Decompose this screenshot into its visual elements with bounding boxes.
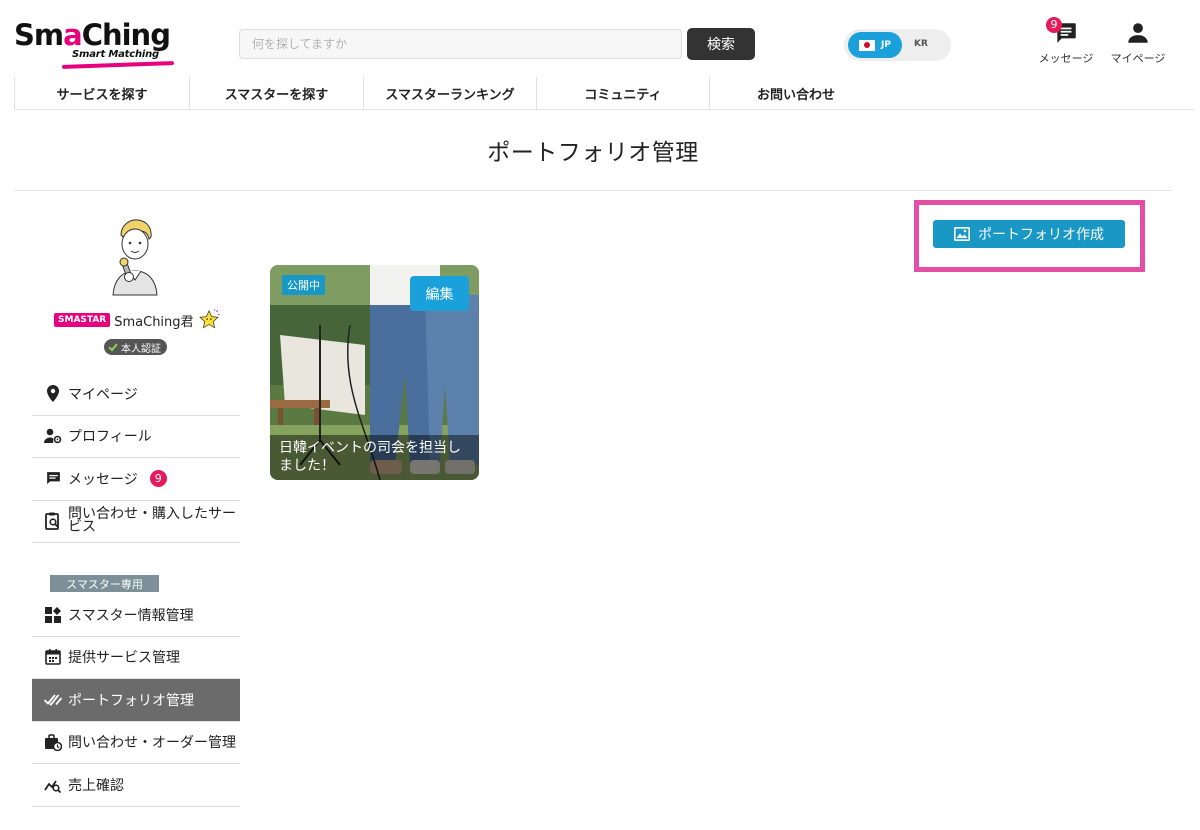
page-title: ポートフォリオ管理 [487,140,699,166]
sidebar-item-messages[interactable]: メッセージ 9 [32,458,240,501]
language-jp-label: JP [881,40,891,50]
sidebar-smaster-menu: スマスター情報管理 提供サービス管理 ポートフォリオ管理 問い合わせ・オーダー管… [32,594,240,807]
double-check-icon [44,691,62,709]
portfolio-caption: 日韓イベントの司会を担当しました！ [270,435,479,480]
header-messages-label: メッセージ [1038,52,1094,65]
nav-item-contact[interactable]: お問い合わせ [709,77,882,109]
sidebar-item-label: スマスター情報管理 [68,607,194,624]
sidebar-item-sales[interactable]: 売上確認 [32,764,240,807]
logo-text-accent: a [63,18,83,52]
portfolio-edit-button[interactable]: 編集 [410,276,469,311]
message-count-badge: 9 [149,470,167,488]
identity-verified-label: 本人認証 [121,343,161,355]
sidebar-item-label: 問い合わせ・オーダー管理 [68,735,236,752]
smaster-only-section-label: スマスター専用 [50,575,159,592]
header-mypage-label: マイページ [1110,52,1166,65]
nav-item-find-services[interactable]: サービスを探す [14,77,189,109]
search-button[interactable]: 検索 [687,28,755,60]
sidebar-item-label: マイページ [68,386,138,403]
nav-item-community[interactable]: コミュニティ [536,77,709,109]
sidebar-item-smaster-info[interactable]: スマスター情報管理 [32,594,240,637]
person-icon [1128,23,1148,43]
sidebar-item-label: ポートフォリオ管理 [68,692,194,709]
smastar-badge: SMASTAR [54,313,111,327]
japan-flag-icon [859,39,876,51]
nav-item-ranking[interactable]: スマスターランキング [363,77,536,109]
portfolio-card[interactable]: 公開中 編集 日韓イベントの司会を担当しました！ [270,265,479,480]
language-option-kr[interactable]: KR [914,39,928,49]
logo-text-part: Ching [81,18,171,52]
sidebar-item-orders-management[interactable]: 問い合わせ・オーダー管理 [32,722,240,764]
user-settings-icon [44,427,62,445]
location-pin-icon [44,385,62,403]
clipboard-search-icon [44,512,62,531]
check-icon [108,343,118,352]
briefcase-clock-icon [44,733,62,751]
language-option-jp[interactable]: JP [848,32,902,58]
main-navbar: サービスを探す スマスターを探す スマスターランキング コミュニティ お問い合わ… [14,72,1194,110]
logo-wordmark: SmaChing [14,18,171,52]
create-portfolio-button[interactable]: ポートフォリオ作成 [933,220,1125,248]
search-input[interactable] [239,29,682,59]
profile-name: SmaChing君 [114,314,194,330]
identity-verified-badge: 本人認証 [104,339,167,355]
sidebar-item-label: 売上確認 [68,777,124,794]
header-message-count-badge: 9 [1046,17,1062,33]
user-avatar [112,219,158,296]
chart-search-icon [44,776,62,794]
sidebar-item-label: メッセージ [68,471,138,488]
header-messages-link[interactable]: 9 メッセージ [1036,17,1096,66]
sidebar-item-label: プロフィール [68,429,152,446]
star-mascot-icon [198,309,220,329]
sidebar-item-portfolio-management[interactable]: ポートフォリオ管理 [32,679,240,722]
calendar-icon [44,648,62,666]
logo-subtitle: Smart Matching [72,49,159,60]
sidebar-item-label: 問い合わせ・購入したサービス [68,506,236,536]
sidebar-item-inquiries-purchases[interactable]: 問い合わせ・購入したサービス [32,501,240,543]
sidebar-item-mypage[interactable]: マイページ [32,373,240,416]
sidebar-item-services-management[interactable]: 提供サービス管理 [32,637,240,679]
profile-name-row: SMASTAR SmaChing君 [54,309,220,331]
language-toggle[interactable]: JP KR [844,29,951,61]
portfolio-status-badge: 公開中 [282,275,325,295]
create-portfolio-label: ポートフォリオ作成 [978,227,1104,243]
sidebar-user-menu: マイページ プロフィール メッセージ 9 問い合わせ・購入したサービス [32,373,240,543]
header-mypage-link[interactable]: マイページ [1108,20,1168,66]
message-icon [44,470,62,488]
sidebar-item-label: 提供サービス管理 [68,650,180,667]
sidebar-item-profile[interactable]: プロフィール [32,416,240,458]
dashboard-icon [44,606,62,624]
title-divider [14,190,1172,191]
image-icon [954,227,970,241]
nav-item-find-smasters[interactable]: スマスターを探す [189,77,363,109]
logo-swoosh [61,61,175,69]
smaching-logo[interactable]: SmaChing Smart Matching [14,18,175,70]
logo-text-part: Sm [14,18,64,52]
